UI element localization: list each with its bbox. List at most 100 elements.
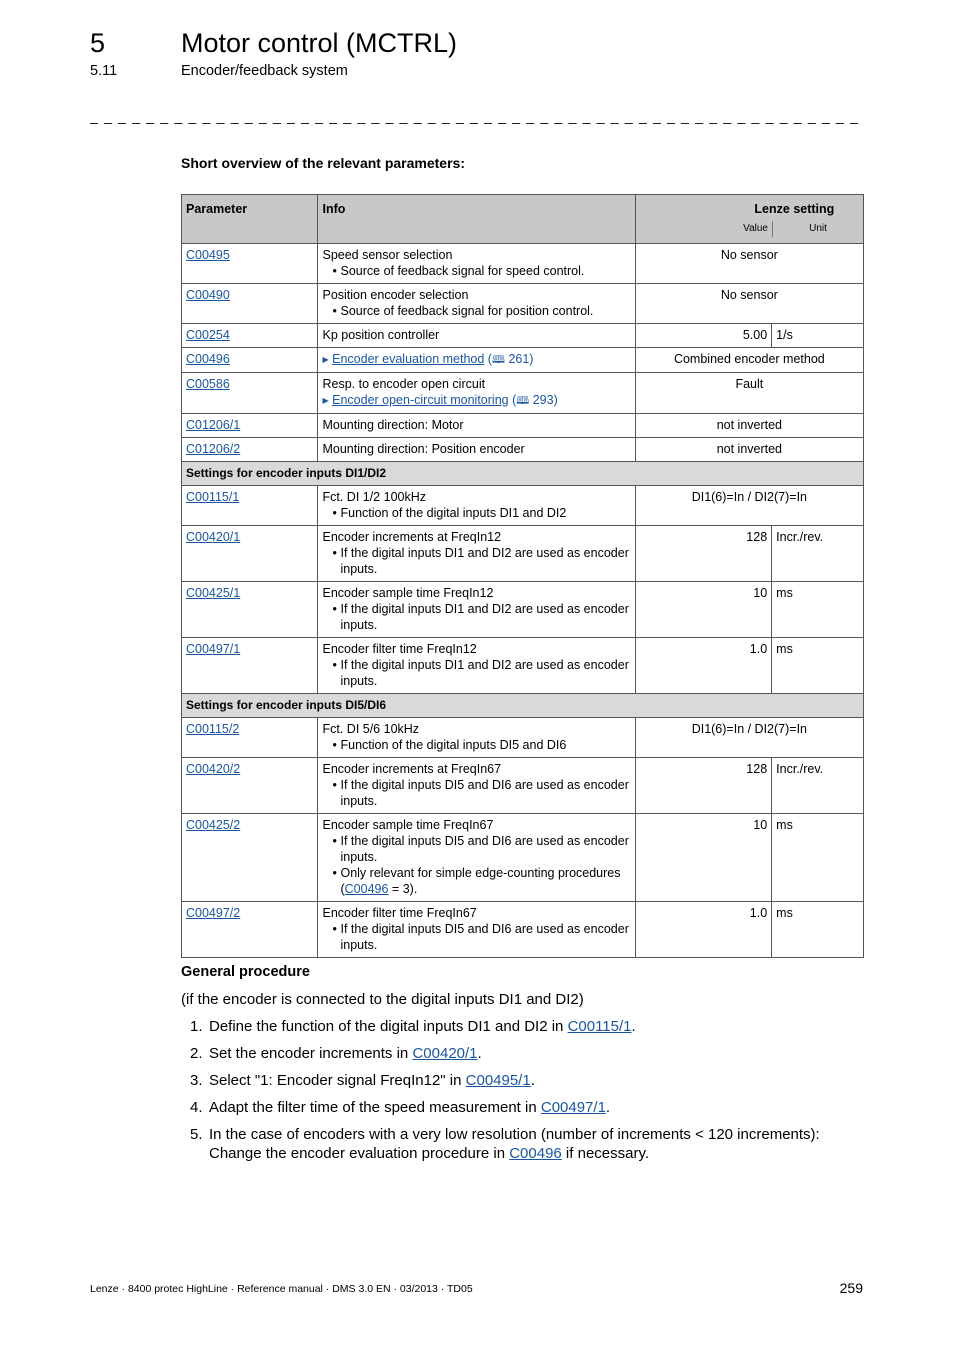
setting-value: 1.0 <box>634 901 773 958</box>
table-row: C00425/2 Encoder sample time FreqIn67 • I… <box>180 813 864 902</box>
encoder-open-circuit-monitoring-link[interactable]: Encoder open-circuit monitoring <box>332 393 508 407</box>
setting-value: No sensor <box>634 243 865 284</box>
group-header-di1-di2: Settings for encoder inputs DI1/DI2 <box>181 461 864 486</box>
step-text-end: . <box>605 1099 611 1116</box>
param-link[interactable]: C00425/1 <box>186 586 240 600</box>
parameter-table: Parameter Info Lenze setting Value Unit … <box>180 194 865 958</box>
info-bullet-post: = 3). <box>388 882 418 896</box>
procedure-step: 4. Adapt the filter time of the speed mea… <box>181 1098 871 1117</box>
c00496-inline-link[interactable]: C00496 <box>345 882 389 896</box>
setting-value: Fault <box>634 372 865 414</box>
step-text-end: . <box>631 1018 636 1035</box>
setting-unit: 1/s <box>771 323 864 348</box>
table-row: C00497/1 Encoder filter time FreqIn12 • I… <box>180 637 864 694</box>
info-text: Speed sensor selection <box>322 248 453 262</box>
setting-value: 128 <box>634 525 773 582</box>
param-link[interactable]: C00496 <box>186 352 230 366</box>
param-link[interactable]: C00254 <box>186 328 230 342</box>
param-link[interactable]: C00586 <box>186 377 230 391</box>
param-link[interactable]: C00495 <box>186 248 230 262</box>
param-link[interactable]: C00115/1 <box>186 490 239 504</box>
table-row: C00496 ▶ Encoder evaluation method (🕮 26… <box>180 347 865 373</box>
step-number: 1. <box>190 1018 203 1035</box>
page-ref: (🕮 261) <box>487 352 534 366</box>
setting-unit: ms <box>771 581 864 638</box>
step-link[interactable]: C00497/1 <box>541 1099 606 1116</box>
param-link[interactable]: C01206/2 <box>186 442 240 456</box>
step-link[interactable]: C00420/1 <box>412 1045 477 1062</box>
procedure-steps: 1. Define the function of the digital inp… <box>181 1017 871 1171</box>
param-link[interactable]: C00490 <box>186 288 230 302</box>
info-bullet: If the digital inputs DI1 and DI2 are us… <box>340 602 629 632</box>
general-procedure-subtitle: (if the encoder is connected to the digi… <box>181 991 584 1008</box>
table-row: C00420/2 Encoder increments at FreqIn67 … <box>180 757 864 814</box>
header-value: Value <box>739 221 773 237</box>
info-text: Encoder filter time FreqIn67 <box>322 906 477 920</box>
setting-unit: ms <box>771 813 864 902</box>
param-link[interactable]: C00497/2 <box>186 906 240 920</box>
separator-line: _ _ _ _ _ _ _ _ _ _ _ _ _ _ _ _ _ _ _ _ … <box>90 108 862 124</box>
info-bullet: If the digital inputs DI1 and DI2 are us… <box>340 546 629 576</box>
info-text: Encoder sample time FreqIn12 <box>322 586 494 600</box>
chapter-title: Motor control (MCTRL) <box>181 28 458 58</box>
table-row: C01206/2 Mounting direction: Position en… <box>180 437 865 462</box>
setting-value: 1.0 <box>634 637 773 694</box>
param-link[interactable]: C00425/2 <box>186 818 240 832</box>
info-text: Position encoder selection <box>322 288 469 302</box>
param-link[interactable]: C00420/1 <box>186 530 240 544</box>
info-text: Kp position controller <box>317 323 636 348</box>
page-ref: (🕮 293) <box>512 393 558 407</box>
info-bullet: Function of the digital inputs DI5 and D… <box>340 738 567 752</box>
table-row: C00497/2 Encoder filter time FreqIn67 • I… <box>180 901 864 958</box>
footer-text: Lenze · 8400 protec HighLine · Reference… <box>90 1283 473 1295</box>
step-number: 5. <box>190 1126 203 1143</box>
table-row: C00115/2 Fct. DI 5/6 10kHz • Function of … <box>180 717 865 758</box>
step-text: Set the encoder increments in <box>209 1045 413 1062</box>
header-parameter: Parameter <box>180 194 319 244</box>
step-link[interactable]: C00496 <box>509 1145 562 1162</box>
param-link[interactable]: C01206/1 <box>186 418 240 432</box>
book-icon: 🕮 <box>516 395 530 407</box>
group-header-di5-di6: Settings for encoder inputs DI5/DI6 <box>181 693 864 718</box>
info-bullet: If the digital inputs DI5 and DI6 are us… <box>340 778 629 808</box>
group-title: Settings for encoder inputs DI5/DI6 <box>181 693 864 718</box>
step-link[interactable]: C00115/1 <box>568 1018 632 1035</box>
general-procedure-title: General procedure <box>181 964 310 980</box>
encoder-evaluation-method-link[interactable]: Encoder evaluation method <box>332 352 484 366</box>
header-info: Info <box>317 194 636 244</box>
step-text: Define the function of the digital input… <box>209 1018 568 1035</box>
param-link[interactable]: C00115/2 <box>186 722 239 736</box>
step-link[interactable]: C00495/1 <box>466 1072 531 1089</box>
info-text: Fct. DI 5/6 10kHz <box>322 722 420 736</box>
info-text: Encoder filter time FreqIn12 <box>322 642 477 656</box>
info-text: Encoder increments at FreqIn67 <box>322 762 502 776</box>
step-number: 3. <box>190 1072 203 1089</box>
step-text: Select "1: Encoder signal FreqIn12" in <box>209 1072 466 1089</box>
info-text: Mounting direction: Position encoder <box>317 437 636 462</box>
table-row: C00115/1 Fct. DI 1/2 100kHz • Function of… <box>180 485 865 526</box>
step-number: 4. <box>190 1099 203 1116</box>
header-lenze-setting: Lenze setting Value Unit <box>634 194 865 244</box>
step-text-end: . <box>530 1072 535 1089</box>
table-row: C01206/1 Mounting direction: Motor not i… <box>180 413 865 438</box>
info-text: Mounting direction: Motor <box>317 413 636 438</box>
param-link[interactable]: C00497/1 <box>186 642 240 656</box>
param-link[interactable]: C00420/2 <box>186 762 240 776</box>
procedure-step: 1. Define the function of the digital inp… <box>181 1017 871 1036</box>
info-bullet: Source of feedback signal for position c… <box>340 304 594 318</box>
table-row: C00420/1 Encoder increments at FreqIn12 … <box>180 525 864 582</box>
arrow-right-icon: ▶ <box>322 396 329 405</box>
info-text: Fct. DI 1/2 100kHz <box>322 490 426 504</box>
table-row: C00586 Resp. to encoder open circuit ▶ E… <box>180 372 865 414</box>
section-number: 5.11 <box>90 63 118 79</box>
step-text: Adapt the filter time of the speed measu… <box>209 1099 541 1116</box>
book-icon: 🕮 <box>491 354 505 366</box>
setting-value: not inverted <box>634 437 865 462</box>
header-lenze-label: Lenze setting <box>754 202 835 216</box>
table-row: C00495 Speed sensor selection • Source of… <box>180 243 865 284</box>
page-ref-number[interactable]: 293 <box>533 393 554 407</box>
group-title: Settings for encoder inputs DI1/DI2 <box>181 461 864 486</box>
page-ref-number[interactable]: 261 <box>508 352 529 366</box>
overview-title: Short overview of the relevant parameter… <box>181 155 465 171</box>
setting-value: not inverted <box>634 413 865 438</box>
